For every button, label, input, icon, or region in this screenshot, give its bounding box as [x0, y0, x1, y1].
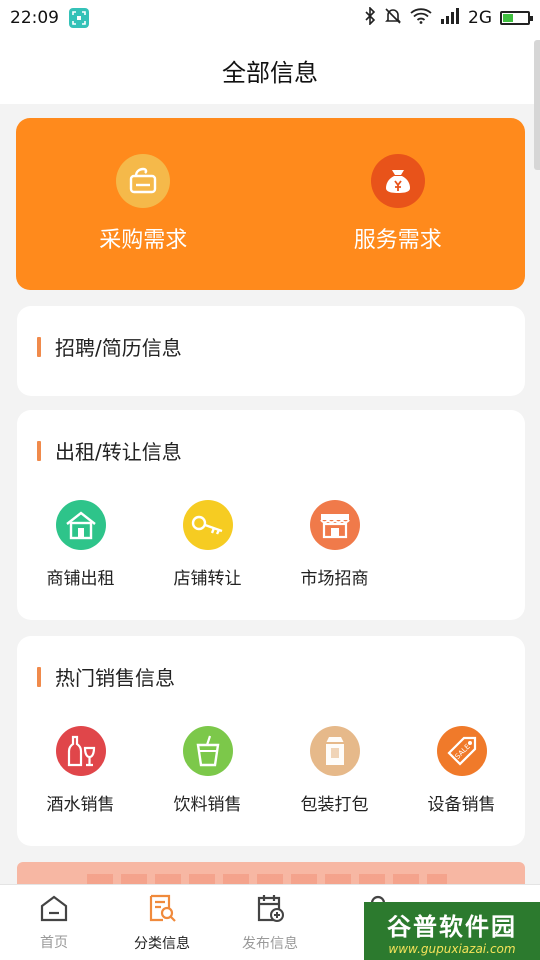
house-icon — [55, 500, 106, 550]
wine-icon — [55, 726, 106, 776]
packaging-label: 包装打包 — [300, 795, 369, 815]
category-search-icon — [147, 893, 177, 927]
watermark-logo: 谷普软件园 www.gupuxiazai.com — [364, 902, 540, 960]
page-title: 全部信息 — [222, 58, 318, 87]
nav-publish[interactable]: 发布信息 — [216, 885, 324, 960]
scan-app-icon — [69, 8, 89, 28]
home-icon — [39, 894, 69, 926]
shop-transfer-button[interactable]: 店铺转让 — [144, 500, 271, 589]
network-type: 2G — [468, 8, 492, 28]
packaging-button[interactable]: 包装打包 — [271, 726, 398, 815]
purchase-demand-button[interactable]: 采购需求 — [16, 118, 271, 290]
status-bar: 22:09 2G — [0, 0, 540, 36]
sales-icon-row: 酒水销售 饮料销售 包装打包 SALE 设备销售 — [17, 726, 525, 815]
equipment-sales-button[interactable]: SALE 设备销售 — [398, 726, 525, 815]
mute-bell-icon — [384, 7, 402, 30]
promo-banner[interactable] — [17, 862, 525, 886]
shop-rent-label: 商铺出租 — [46, 569, 115, 589]
rent-icon-row: 商铺出租 店铺转让 市场招商 — [17, 500, 525, 589]
sales-section-title: 热门销售信息 — [37, 662, 175, 691]
market-invest-button[interactable]: 市场招商 — [271, 500, 398, 589]
recruit-section-card[interactable]: 招聘/简历信息 — [17, 306, 525, 396]
beverage-sales-label: 饮料销售 — [173, 795, 242, 815]
sales-section-label: 热门销售信息 — [55, 666, 175, 690]
key-icon — [182, 500, 233, 550]
wallet-icon — [116, 154, 171, 208]
sales-section-card: 热门销售信息 酒水销售 饮料销售 包装打包 SALE 设备销售 — [17, 636, 525, 846]
wifi-icon — [410, 7, 432, 29]
bluetooth-icon — [364, 5, 376, 30]
watermark-url: www.gupuxiazai.com — [388, 941, 516, 956]
demand-banner: 采购需求 服务需求 — [16, 118, 525, 290]
recruit-section-label: 招聘/简历信息 — [55, 336, 182, 360]
service-demand-button[interactable]: 服务需求 — [271, 118, 526, 290]
liquor-sales-button[interactable]: 酒水销售 — [17, 726, 144, 815]
signal-icon — [440, 7, 460, 29]
shop-rent-button[interactable]: 商铺出租 — [17, 500, 144, 589]
page-header: 全部信息 — [0, 36, 540, 104]
section-title-bar — [37, 336, 41, 357]
package-icon — [309, 726, 360, 776]
storefront-icon — [309, 500, 360, 550]
purchase-demand-label: 采购需求 — [99, 228, 188, 253]
watermark-title: 谷普软件园 — [387, 912, 517, 941]
nav-category-label: 分类信息 — [134, 935, 190, 952]
rent-section-label: 出租/转让信息 — [55, 440, 182, 464]
shop-transfer-label: 店铺转让 — [173, 569, 242, 589]
money-bag-icon — [370, 154, 425, 208]
equipment-sales-label: 设备销售 — [427, 795, 496, 815]
status-time: 22:09 — [10, 8, 59, 28]
calendar-add-icon — [255, 893, 285, 927]
nav-publish-label: 发布信息 — [242, 935, 298, 952]
rent-section-card: 出租/转让信息 商铺出租 店铺转让 市场招商 — [17, 410, 525, 620]
battery-icon — [500, 11, 533, 25]
market-invest-label: 市场招商 — [300, 569, 369, 589]
sale-tag-icon: SALE — [436, 726, 487, 776]
drink-cup-icon — [182, 726, 233, 776]
recruit-section-title: 招聘/简历信息 — [37, 332, 182, 361]
nav-category[interactable]: 分类信息 — [108, 885, 216, 960]
nav-home-label: 首页 — [40, 934, 68, 951]
nav-home[interactable]: 首页 — [0, 885, 108, 960]
service-demand-label: 服务需求 — [353, 228, 442, 253]
liquor-sales-label: 酒水销售 — [46, 795, 115, 815]
rent-section-title: 出租/转让信息 — [37, 436, 182, 465]
status-icons: 2G — [364, 5, 533, 30]
scroll-indicator[interactable] — [534, 40, 540, 170]
section-title-bar — [37, 666, 41, 687]
section-title-bar — [37, 440, 41, 461]
beverage-sales-button[interactable]: 饮料销售 — [144, 726, 271, 815]
